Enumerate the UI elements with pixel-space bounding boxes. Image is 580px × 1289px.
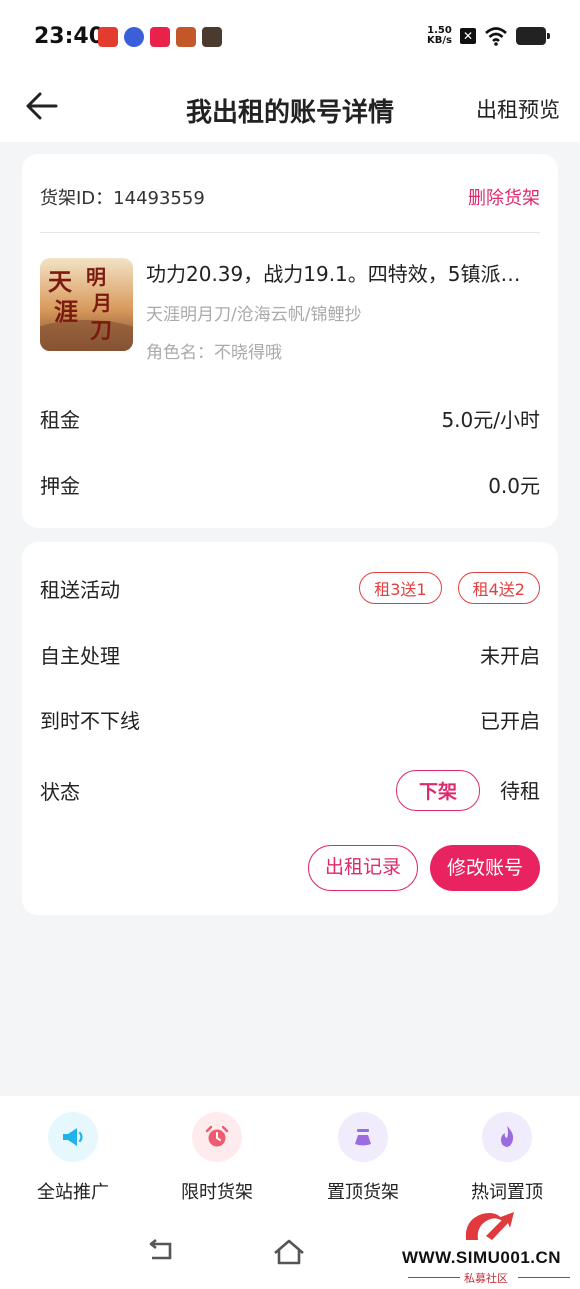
svg-text:明: 明 [86, 265, 106, 289]
status-bar: 23:40 1.50 KB/s ✕ [0, 0, 580, 72]
settings-card: 租送活动 租3送1 租4送2 自主处理 未开启 到时不下线 已开启 状态 下架 待租… [22, 542, 558, 915]
promo-tags: 租3送1 租4送2 [343, 572, 540, 604]
app-notification-icon [98, 27, 118, 47]
svg-text:涯: 涯 [54, 297, 78, 326]
tool-label: 全站推广 [37, 1182, 109, 1203]
edit-account-button[interactable]: 修改账号 [430, 845, 540, 891]
svg-text:天: 天 [48, 267, 72, 296]
battery-icon [516, 27, 550, 45]
tool-circle [192, 1112, 242, 1162]
pin-top-icon [355, 1129, 371, 1146]
listing-id: 货架ID：14493559 [40, 188, 205, 209]
net-speed: 1.50 KB/s [427, 26, 452, 46]
status-label: 状态 [40, 780, 80, 804]
tool-label: 热词置顶 [471, 1182, 543, 1203]
self-handle-row: 自主处理 未开启 [40, 640, 540, 669]
watermark-url: WWW.SIMU001.CN [402, 1248, 562, 1267]
delete-listing-button[interactable]: 删除货架 [468, 184, 540, 210]
status-row: 状态 下架 待租 [40, 770, 540, 811]
return-icon [149, 1238, 172, 1260]
watermark: WWW.SIMU001.CN 私募社区 [402, 1206, 578, 1286]
tool-circle [48, 1112, 98, 1162]
system-back-button[interactable] [146, 1238, 176, 1268]
watermark-sub: 私募社区 [464, 1272, 508, 1285]
listing-id-row: 货架ID：14493559 删除货架 [40, 184, 540, 210]
game-title: 功力20.39，战力19.1。四特效，5镇派… [146, 262, 521, 286]
delist-button[interactable]: 下架 [395, 770, 480, 811]
alarm-clock-icon [205, 1125, 229, 1147]
tool-pin-shelf[interactable]: 置顶货架 [308, 1112, 418, 1204]
promo-tag: 租4送2 [457, 572, 540, 604]
app-notification-icon [124, 27, 144, 47]
deposit-value: 0.0元 [488, 474, 540, 498]
svg-text:刀: 刀 [90, 318, 112, 344]
notification-icons [98, 27, 222, 47]
tool-limited-shelf[interactable]: 限时货架 [162, 1112, 272, 1204]
app-notification-icon [176, 27, 196, 47]
self-handle-label: 自主处理 [40, 644, 120, 668]
watermark-rule [408, 1277, 460, 1278]
no-offline-row: 到时不下线 已开启 [40, 705, 540, 734]
tool-hotword-top[interactable]: 热词置顶 [452, 1112, 562, 1204]
tool-site-promo[interactable]: 全站推广 [18, 1112, 128, 1204]
status-time: 23:40 [34, 24, 105, 49]
tool-circle [338, 1112, 388, 1162]
nav-bar: 我出租的账号详情 出租预览 [0, 72, 580, 142]
promo-label: 租送活动 [40, 577, 120, 602]
tool-label: 置顶货架 [327, 1182, 399, 1203]
promo-tag: 租3送1 [359, 572, 442, 604]
no-offline-label: 到时不下线 [40, 709, 140, 733]
status-controls: 下架 待租 [395, 770, 540, 811]
rent-row: 租金 5.0元/小时 [40, 404, 540, 433]
tool-label: 限时货架 [181, 1182, 253, 1203]
app-notification-icon [150, 27, 170, 47]
self-handle-value: 未开启 [480, 644, 540, 668]
game-logo-image: 天 明 涯 月 刀 [40, 258, 133, 351]
promo-row: 租送活动 租3送1 租4送2 [40, 572, 540, 604]
net-speed-unit: KB/s [427, 35, 452, 46]
flame-icon [501, 1126, 514, 1147]
rent-label: 租金 [40, 408, 80, 432]
megaphone-icon [63, 1128, 83, 1146]
svg-text:月: 月 [91, 291, 112, 315]
sim-off-icon: ✕ [460, 28, 476, 44]
watermark-logo-icon [465, 1212, 514, 1240]
game-servers: 天涯明月刀/沧海云帆/锦鲤抄 [146, 305, 362, 325]
watermark-rule [518, 1277, 570, 1278]
home-icon [274, 1239, 304, 1265]
system-home-button[interactable] [272, 1238, 306, 1270]
rent-value: 5.0元/小时 [441, 408, 540, 432]
deposit-row: 押金 0.0元 [40, 470, 540, 499]
status-value: 待租 [500, 779, 540, 803]
listing-card: 货架ID：14493559 删除货架 天 明 涯 月 刀 功力20.39，战力1… [22, 154, 558, 528]
app-notification-icon [202, 27, 222, 47]
deposit-label: 押金 [40, 474, 80, 498]
status-indicators: 1.50 KB/s ✕ [427, 26, 550, 46]
divider [40, 232, 540, 233]
game-thumbnail[interactable]: 天 明 涯 月 刀 [40, 258, 133, 351]
tool-circle [482, 1112, 532, 1162]
no-offline-value: 已开启 [480, 709, 540, 733]
rent-preview-button[interactable]: 出租预览 [476, 94, 560, 124]
wifi-icon [485, 27, 507, 46]
rent-record-button[interactable]: 出租记录 [308, 845, 418, 891]
role-name: 角色名：不晓得哦 [146, 343, 282, 363]
